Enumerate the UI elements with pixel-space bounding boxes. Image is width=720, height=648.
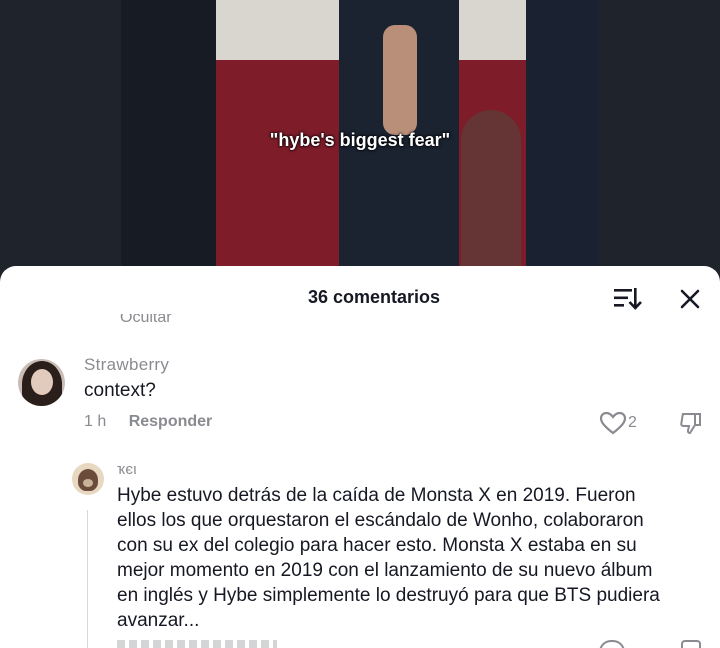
close-icon[interactable] xyxy=(676,285,704,313)
comments-sheet: 36 comentarios Ocultar Strawberry contex… xyxy=(0,266,720,648)
comment-meta: 1 h Responder xyxy=(84,413,212,431)
avatar-face xyxy=(31,369,53,395)
reply-button[interactable]: Responder xyxy=(129,413,213,430)
comment-text: context? xyxy=(84,380,156,401)
thumbs-down-icon[interactable] xyxy=(681,640,701,648)
comment-text-line: Hybe estuvo detrás de la caída de Monsta… xyxy=(117,485,636,506)
comment-text-line: mejor momento en 2019 con el lanzamiento… xyxy=(117,560,653,581)
meta-fragment xyxy=(117,640,277,648)
comment-time: 1 h xyxy=(84,413,107,430)
video-caption: "hybe's biggest fear" xyxy=(269,130,451,150)
video-person-center-skin xyxy=(383,25,417,135)
heart-icon[interactable] xyxy=(599,411,627,435)
avatar[interactable] xyxy=(18,359,65,406)
hide-replies-fragment[interactable]: Ocultar xyxy=(120,314,172,330)
comment-text-line: en inglés y Hybe simplemente lo destruyó… xyxy=(117,585,660,606)
comment-text: Hybe estuvo detrás de la caída de Monsta… xyxy=(117,483,707,633)
avatar-cat-muzzle xyxy=(83,479,93,487)
sort-descending-icon[interactable] xyxy=(612,285,642,311)
comment-text-line: con su ex del colegio para hacer esto. M… xyxy=(117,535,637,556)
next-comment-meta-fragment xyxy=(0,638,720,648)
reply-thread-line xyxy=(87,510,88,648)
comments-header: 36 comentarios xyxy=(0,266,720,328)
like-count: 2 xyxy=(628,414,637,431)
heart-icon[interactable] xyxy=(599,640,625,648)
comment-username[interactable]: ҡєι xyxy=(117,461,137,478)
thumbs-down-icon[interactable] xyxy=(679,411,703,435)
comment-username[interactable]: Strawberry xyxy=(84,355,169,375)
comment-text-line: ellos los que orquestaron el escándalo d… xyxy=(117,510,644,531)
comment-text-line: avanzar... xyxy=(117,610,200,631)
avatar[interactable] xyxy=(72,463,104,495)
video-player[interactable]: "hybe's biggest fear" xyxy=(0,0,720,290)
